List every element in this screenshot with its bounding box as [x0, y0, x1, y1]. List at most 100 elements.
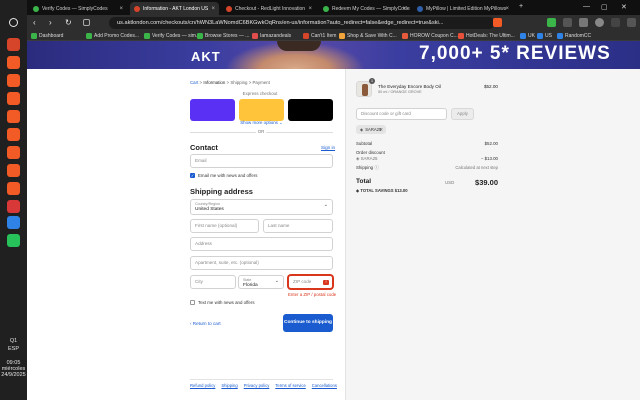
- back-button[interactable]: ‹: [33, 18, 36, 28]
- footer-link[interactable]: Terms of service: [275, 383, 305, 388]
- browser-tab[interactable]: Checkout - RedLight Innovation ×: [222, 2, 316, 15]
- menu-icon[interactable]: [627, 18, 636, 27]
- country-value: United States: [195, 207, 224, 212]
- bookmarks-bar: Dashboard Add Promo Codes... Verify Codes …: [27, 31, 640, 41]
- continue-to-shipping-button[interactable]: Continue to shipping: [283, 314, 333, 332]
- shop-pay-button[interactable]: [190, 99, 235, 121]
- state-select[interactable]: State Florida ⌄: [238, 275, 284, 289]
- email-field[interactable]: Email: [190, 154, 333, 168]
- bookmark-item[interactable]: HOROW Coupon C...: [402, 32, 458, 40]
- banner-brand: AKT: [191, 49, 221, 64]
- text-offers-checkbox[interactable]: [190, 300, 195, 305]
- discount-code-input[interactable]: Discount code or gift card: [356, 108, 447, 120]
- bookmark-item[interactable]: Shop & Save With C...: [339, 32, 397, 40]
- brave-icon[interactable]: [7, 164, 20, 177]
- browser-icon[interactable]: [7, 38, 20, 51]
- return-to-cart-link[interactable]: ‹ Return to cart: [190, 321, 221, 326]
- footer-link[interactable]: Cancellations: [312, 383, 337, 388]
- address-bar[interactable]: us.aktlondon.com/checkouts/cn/hWN3LaWNom…: [109, 17, 495, 29]
- favicon-icon: [226, 5, 232, 12]
- close-tab-icon[interactable]: ×: [505, 6, 509, 12]
- bookmark-item[interactable]: RandomCC: [557, 32, 591, 40]
- profile-icon[interactable]: [595, 18, 604, 27]
- forward-button[interactable]: ›: [49, 18, 52, 28]
- sign-in-link[interactable]: Sign in: [321, 145, 335, 150]
- bookmark-item[interactable]: UK: [520, 32, 535, 40]
- first-name-field[interactable]: First name (optional): [190, 219, 259, 233]
- close-window-button[interactable]: ✕: [621, 3, 627, 11]
- bookmark-item[interactable]: HotDeals: The Ultim...: [458, 32, 515, 40]
- sidebar-icon[interactable]: [579, 18, 588, 27]
- apply-button[interactable]: Apply: [451, 108, 474, 120]
- footer-link[interactable]: Refund policy: [190, 383, 215, 388]
- browser-tab[interactable]: Verify Codes — SimplyCodes ×: [29, 2, 127, 15]
- bookmark-favicon-icon: [31, 33, 37, 39]
- remove-discount-icon[interactable]: ✕: [379, 125, 383, 134]
- zip-field[interactable]: ZIP code !: [288, 275, 333, 289]
- breadcrumb-sep: >: [199, 80, 203, 85]
- browser-tab[interactable]: Redeem My Codes — SimplyCodes ×: [319, 2, 410, 15]
- brave-icon[interactable]: [7, 182, 20, 195]
- grid-icon[interactable]: [7, 200, 20, 213]
- reload-button[interactable]: ↻: [65, 18, 72, 28]
- shipping-label-text: Shipping: [356, 165, 374, 170]
- bookmark-item[interactable]: Iamazandeals: [252, 32, 291, 40]
- brave-icon[interactable]: [7, 56, 20, 69]
- or-label: OR: [256, 129, 266, 134]
- maximize-button[interactable]: ▢: [601, 3, 608, 11]
- bookmark-item[interactable]: Verify Codes — sim...: [144, 32, 200, 40]
- show-more-options-link[interactable]: Show more options ⌄: [190, 120, 333, 126]
- bookmark-item[interactable]: Dashboard: [31, 32, 63, 40]
- notification-count: Q1: [9, 338, 18, 344]
- browser-tab[interactable]: Information - AKT London US ×: [130, 2, 219, 15]
- new-tab-icon[interactable]: +: [519, 3, 523, 10]
- bookmark-label: US: [545, 33, 552, 39]
- minimize-button[interactable]: —: [583, 3, 590, 10]
- browser-tab[interactable]: MyPillow | Limited Edition MyPillows ×: [413, 2, 513, 15]
- info-icon[interactable]: ⓘ: [374, 165, 378, 170]
- whatsapp-icon[interactable]: [7, 234, 20, 247]
- bookmark-item[interactable]: Browse Stores — ...: [197, 32, 249, 40]
- bookmark-item[interactable]: Add Promo Codes...: [86, 32, 139, 40]
- bookmark-label: Dashboard: [39, 33, 64, 39]
- brave-icon[interactable]: [7, 92, 20, 105]
- bookmark-item[interactable]: US: [537, 32, 552, 40]
- brave-shields-icon[interactable]: [493, 18, 502, 27]
- country-select[interactable]: Country/Region United States ⌄: [190, 199, 333, 215]
- brave-icon[interactable]: [7, 146, 20, 159]
- subtotal-value: $52.00: [484, 141, 498, 146]
- contact-heading: Contact: [190, 143, 218, 152]
- news-checkbox[interactable]: ✓: [190, 173, 195, 178]
- brave-icon[interactable]: [7, 74, 20, 87]
- footer-link[interactable]: Privacy policy: [244, 383, 270, 388]
- vpn-icon[interactable]: [7, 216, 20, 229]
- close-tab-icon[interactable]: ×: [211, 6, 215, 12]
- brave-icon[interactable]: [7, 128, 20, 141]
- bookmark-icon[interactable]: [83, 19, 90, 26]
- gpay-button[interactable]: [288, 99, 333, 121]
- bookmark-favicon-icon: [252, 33, 258, 39]
- last-name-field[interactable]: Last name: [263, 219, 333, 233]
- bookmark-item[interactable]: Can't1 Item: [303, 32, 336, 40]
- breadcrumb-cart[interactable]: Cart: [190, 80, 198, 85]
- address-field[interactable]: Address: [190, 237, 333, 251]
- product-price: $52.00: [483, 84, 498, 89]
- close-tab-icon[interactable]: ×: [402, 6, 406, 12]
- wallet-icon[interactable]: [611, 18, 620, 27]
- tab-label: Redeem My Codes — SimplyCodes: [332, 5, 410, 12]
- footer-link[interactable]: Shipping: [221, 383, 237, 388]
- close-tab-icon[interactable]: ×: [119, 6, 123, 12]
- product-variant: 50 ml / ORANGE GROVE: [378, 90, 422, 94]
- favicon-icon: [134, 5, 140, 12]
- extensions-puzzle-icon[interactable]: [563, 18, 572, 27]
- bookmark-favicon-icon: [303, 33, 309, 39]
- total-currency: USD: [445, 180, 455, 185]
- apartment-field[interactable]: Apartment, suite, etc. (optional): [190, 256, 333, 270]
- total-savings-text: TOTAL SAVINGS $13.00: [360, 188, 408, 193]
- brave-icon[interactable]: [7, 110, 20, 123]
- extension-icon[interactable]: [547, 18, 556, 27]
- search-icon[interactable]: [9, 18, 18, 27]
- close-tab-icon[interactable]: ×: [308, 6, 312, 12]
- city-field[interactable]: City: [190, 275, 236, 289]
- paypal-button[interactable]: [239, 99, 284, 121]
